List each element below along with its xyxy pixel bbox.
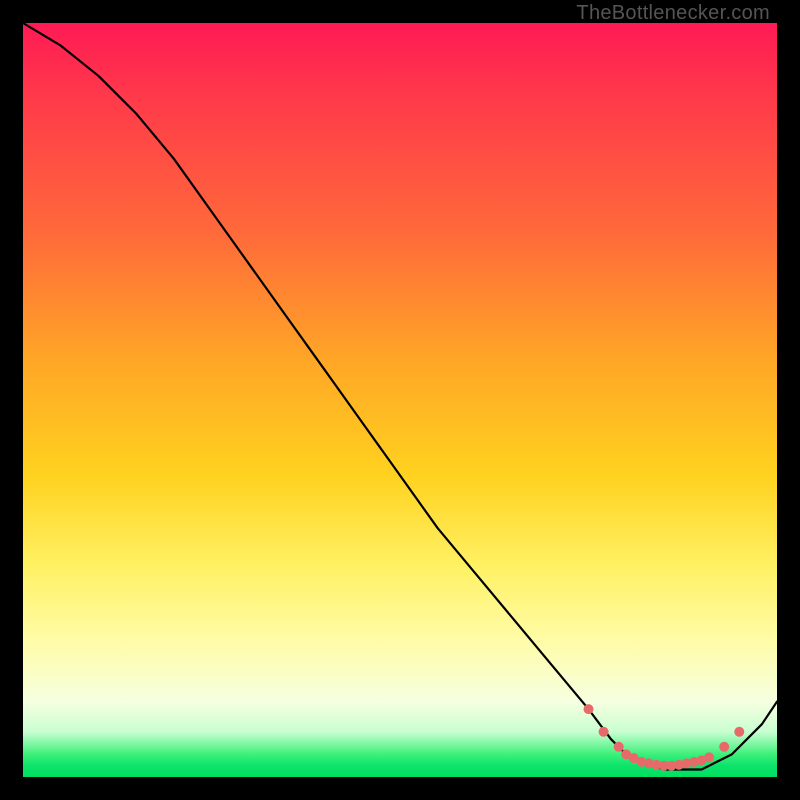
chart-area xyxy=(23,23,777,777)
attribution-label: TheBottlenecker.com xyxy=(576,2,770,25)
chart-background-gradient xyxy=(23,23,777,777)
